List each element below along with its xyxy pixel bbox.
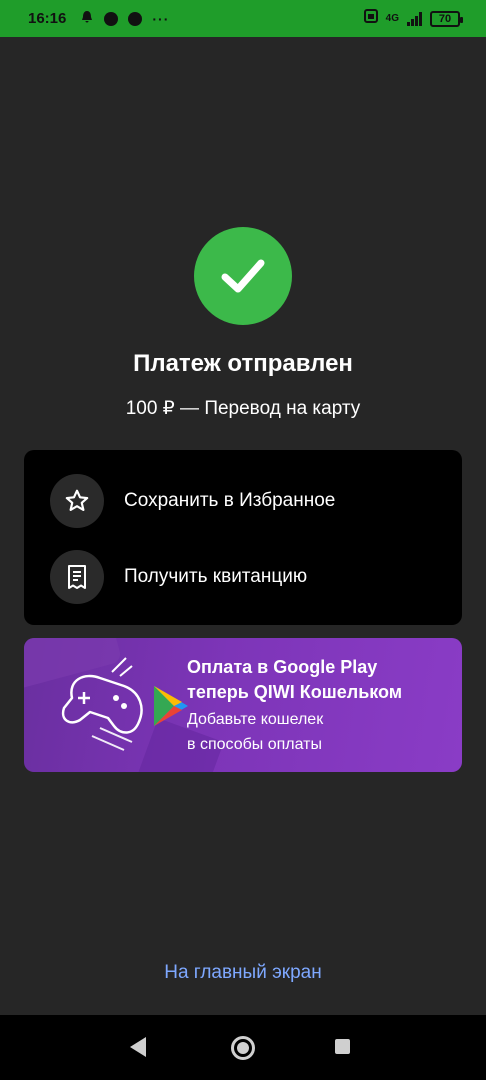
- receipt-icon: [50, 550, 104, 604]
- star-icon: [50, 474, 104, 528]
- chrome-icon-2: [128, 11, 143, 26]
- status-time: 16:16: [28, 10, 67, 27]
- back-icon[interactable]: [130, 1037, 146, 1057]
- battery-level: 70: [438, 12, 452, 25]
- payment-success-screen: 16:16 ··· 4G 70 Платеж отправлен 100 ₽ —…: [0, 0, 486, 1080]
- signal-icon: [407, 11, 422, 26]
- get-receipt-button[interactable]: Получить квитанцию: [24, 547, 462, 607]
- get-receipt-label: Получить квитанцию: [124, 566, 308, 587]
- banner-body-line2: в способы оплаты: [187, 736, 322, 753]
- banner-headline-line1: Оплата в Google Play: [187, 657, 378, 677]
- recents-icon[interactable]: [335, 1039, 350, 1054]
- go-to-home-link[interactable]: На главный экран: [0, 962, 486, 984]
- google-play-promo-banner[interactable]: Оплата в Google Play теперь QIWI Кошельк…: [24, 638, 462, 772]
- banner-text: Оплата в Google Play теперь QIWI Кошельк…: [187, 655, 457, 757]
- save-to-favorites-button[interactable]: Сохранить в Избранное: [24, 471, 462, 531]
- gamepad-play-illustration: [61, 657, 188, 751]
- alarm-icon: [80, 10, 94, 27]
- more-notifications-icon: ···: [152, 10, 170, 27]
- actions-card: Сохранить в Избранное Получить квитанцию: [24, 450, 462, 625]
- system-nav-bar: [0, 1015, 486, 1080]
- sim-icon: [363, 9, 378, 28]
- success-check-icon: [194, 227, 292, 325]
- page-title: Платеж отправлен: [133, 350, 353, 377]
- battery-icon: 70: [430, 10, 463, 27]
- status-bar: 16:16 ··· 4G 70: [0, 0, 486, 37]
- system-icons: 4G 70: [363, 0, 463, 37]
- notification-icons: ···: [80, 10, 169, 27]
- banner-headline-line2: теперь QIWI Кошельком: [187, 682, 403, 702]
- banner-body-line1: Добавьте кошелек: [187, 711, 324, 728]
- payment-summary: 100 ₽ — Перевод на карту: [125, 398, 361, 419]
- network-type: 4G: [385, 12, 399, 24]
- chrome-icon: [104, 11, 119, 26]
- home-icon[interactable]: [231, 1036, 255, 1060]
- save-to-favorites-label: Сохранить в Избранное: [124, 490, 336, 511]
